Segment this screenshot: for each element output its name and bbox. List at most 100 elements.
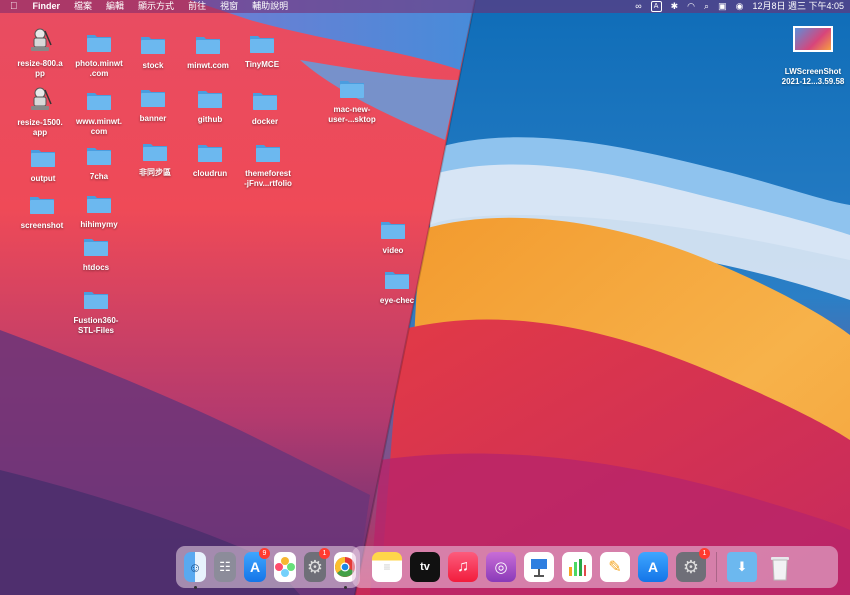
gear-icon: ⚙ bbox=[682, 556, 700, 577]
notes-lines-icon: ≡ bbox=[383, 560, 391, 574]
launchpad-grid-icon: ☷ bbox=[219, 559, 231, 574]
screenshot-thumbnail bbox=[793, 26, 833, 52]
menu-edit[interactable]: 編輯 bbox=[99, 0, 131, 13]
automator-robot-icon bbox=[31, 87, 52, 110]
dock-numbers[interactable] bbox=[562, 552, 592, 582]
folder-icon bbox=[381, 222, 405, 239]
desktop-icon-label: mac-new- user-...sktop bbox=[328, 105, 376, 124]
keynote-podium-icon bbox=[531, 559, 547, 577]
notification-badge: 1 bbox=[319, 548, 330, 559]
menu-app-name[interactable]: Finder bbox=[26, 0, 68, 13]
dock-app-store-2[interactable]: A bbox=[638, 552, 668, 582]
dock-right: ≡ tv ♫ ◎ ✎ A ⚙ 1 ⬇ bbox=[352, 546, 838, 588]
folder-icon bbox=[30, 197, 54, 214]
desktop-folder-video[interactable]: video bbox=[358, 218, 428, 256]
notification-badge: 1 bbox=[699, 548, 710, 559]
podcasts-icon: ◎ bbox=[494, 559, 508, 576]
dock-downloads[interactable]: ⬇ bbox=[727, 552, 757, 582]
desktop-folder-hihimymy[interactable]: hihimymy bbox=[64, 192, 134, 230]
folder-icon bbox=[84, 239, 108, 256]
dock-music[interactable]: ♫ bbox=[448, 552, 478, 582]
menu-window[interactable]: 視窗 bbox=[213, 0, 245, 13]
menu-go[interactable]: 前往 bbox=[181, 0, 213, 13]
desktop-icon-label: htdocs bbox=[82, 263, 110, 272]
search-icon[interactable]: ⌕ bbox=[704, 0, 709, 13]
dock-podcasts[interactable]: ◎ bbox=[486, 552, 516, 582]
desktop-folder-fustion360[interactable]: Fustion360- STL-Files bbox=[61, 288, 131, 336]
folder-icon bbox=[196, 37, 220, 54]
dock-launchpad[interactable]: ☷ bbox=[214, 552, 236, 582]
menu-help[interactable]: 輔助說明 bbox=[245, 0, 295, 13]
numbers-chart-icon bbox=[569, 559, 586, 576]
menu-view[interactable]: 顯示方式 bbox=[131, 0, 181, 13]
desktop-icon-label: hihimymy bbox=[80, 220, 118, 229]
folder-icon bbox=[84, 292, 108, 309]
desktop-folder-docker[interactable]: docker bbox=[230, 89, 300, 127]
folder-icon bbox=[87, 196, 111, 213]
folder-icon bbox=[143, 144, 167, 161]
dock-left: ☺ ☷ A 9 ⚙ 1 bbox=[176, 546, 360, 589]
dock-app-store[interactable]: A 9 bbox=[244, 548, 270, 582]
desktop-icon-label: docker bbox=[251, 117, 279, 126]
wifi-icon[interactable]: ◠ bbox=[687, 0, 695, 13]
folder-icon bbox=[340, 81, 364, 98]
desktop-icon-label: TinyMCE bbox=[244, 60, 280, 69]
trash-icon bbox=[771, 557, 789, 581]
dock-apple-tv[interactable]: tv bbox=[410, 552, 440, 582]
dock-keynote[interactable] bbox=[524, 552, 554, 582]
desktop-folder-eye-check[interactable]: eye-chec bbox=[362, 268, 432, 306]
desktop-folder-mac-new-user[interactable]: mac-new- user-...sktop bbox=[317, 77, 387, 125]
app-store-icon: A bbox=[249, 559, 261, 575]
folder-icon bbox=[141, 37, 165, 54]
dock-finder[interactable]: ☺ bbox=[184, 552, 206, 589]
folder-icon bbox=[87, 148, 111, 165]
input-source-icon[interactable]: A bbox=[650, 1, 662, 12]
folder-icon bbox=[250, 36, 274, 53]
menu-file[interactable]: 檔案 bbox=[67, 0, 99, 13]
menu-bar:  Finder 檔案 編輯 顯示方式 前往 視窗 輔助說明 ∞ A ✱ ◠ ⌕… bbox=[0, 0, 850, 13]
desktop-folder-tinymce[interactable]: TinyMCE bbox=[227, 32, 297, 70]
folder-icon bbox=[198, 145, 222, 162]
pages-pen-icon: ✎ bbox=[608, 559, 622, 576]
app-store-icon: A bbox=[647, 559, 659, 575]
photos-flower-icon bbox=[275, 557, 295, 577]
notification-badge: 9 bbox=[259, 548, 270, 559]
dock-notes[interactable]: ≡ bbox=[372, 552, 402, 582]
desktop-icon-label: Fustion360- STL-Files bbox=[73, 316, 119, 335]
folder-icon bbox=[385, 272, 409, 289]
dock-separator bbox=[716, 552, 717, 582]
dock-pages[interactable]: ✎ bbox=[600, 552, 630, 582]
siri-icon[interactable]: ◉ bbox=[736, 0, 744, 13]
control-center-icon[interactable]: ▣ bbox=[718, 0, 727, 13]
folder-icon bbox=[31, 150, 55, 167]
desktop-icon-label: LWScreenShot 2021-12...3.59.58 bbox=[781, 67, 845, 86]
folder-icon bbox=[198, 91, 222, 108]
desktop-folder-htdocs[interactable]: htdocs bbox=[61, 235, 131, 273]
desktop-icon-label: themeforest -jFnv...rtfolio bbox=[244, 169, 292, 188]
finder-face-icon: ☺ bbox=[188, 559, 202, 575]
folder-icon bbox=[141, 90, 165, 107]
dock-system-preferences[interactable]: ⚙ 1 bbox=[304, 548, 330, 582]
dock-photos[interactable] bbox=[274, 552, 296, 582]
desktop-icon-label: video bbox=[382, 246, 404, 255]
folder-icon bbox=[87, 93, 111, 110]
apple-menu-icon[interactable]:  bbox=[0, 0, 26, 13]
dock-trash[interactable] bbox=[765, 552, 795, 582]
music-note-icon: ♫ bbox=[457, 558, 469, 575]
desktop-icon-label: eye-chec bbox=[379, 296, 415, 305]
folder-icon bbox=[253, 93, 277, 110]
creative-cloud-icon[interactable]: ∞ bbox=[635, 0, 641, 13]
download-arrow-icon: ⬇ bbox=[736, 559, 748, 574]
running-indicator bbox=[193, 586, 197, 589]
running-indicator bbox=[343, 586, 347, 589]
desktop-file-lwscreenshot[interactable]: LWScreenShot 2021-12...3.59.58 bbox=[776, 26, 850, 87]
automator-robot-icon bbox=[31, 28, 52, 51]
dock-system-preferences-2[interactable]: ⚙ 1 bbox=[676, 548, 710, 582]
gear-icon: ⚙ bbox=[306, 556, 324, 577]
folder-icon bbox=[256, 145, 280, 162]
folder-icon bbox=[87, 35, 111, 52]
menu-clock[interactable]: 12月8日 週三 下午4:05 bbox=[752, 0, 844, 13]
desktop-folder-themeforest[interactable]: themeforest -jFnv...rtfolio bbox=[233, 141, 303, 189]
bluetooth-icon[interactable]: ✱ bbox=[671, 0, 679, 13]
apple-tv-label: tv bbox=[420, 561, 430, 573]
